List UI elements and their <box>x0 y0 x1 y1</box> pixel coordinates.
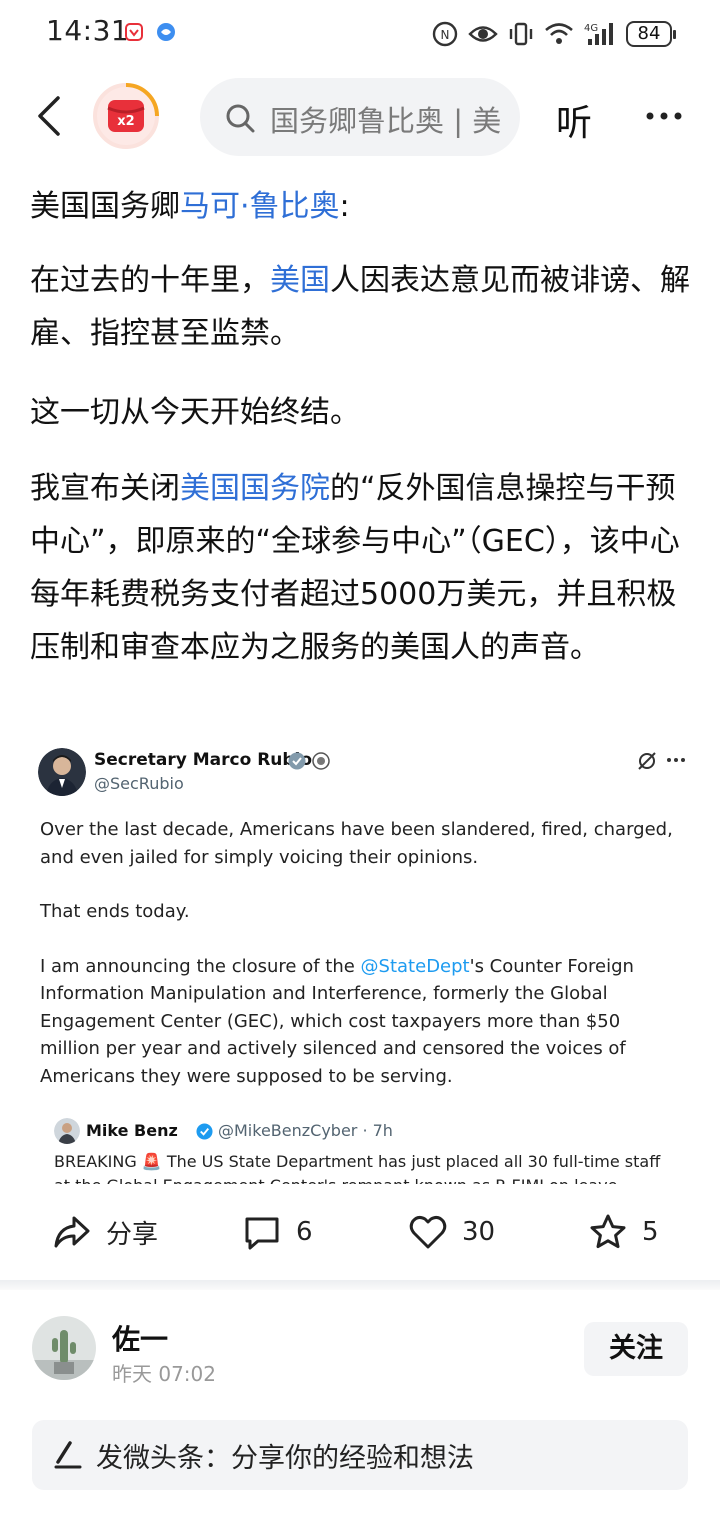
tweet-paragraph-2: That ends today. <box>40 901 190 922</box>
share-button[interactable]: 分享 <box>52 1212 158 1252</box>
link-usa[interactable]: 美国 <box>270 263 330 298</box>
quoted-tweet-text: BREAKING 🚨 The US State Department has j… <box>54 1152 661 1184</box>
tweet-author-handle: @SecRubio <box>94 774 184 793</box>
text: 美国国务卿 <box>30 189 180 224</box>
link-state-department[interactable]: 美国国务院 <box>180 471 330 506</box>
top-navigation: x2 国务卿鲁比奥 | 美 听 <box>0 70 720 162</box>
vibrate-icon <box>509 22 533 46</box>
favorite-count: 5 <box>642 1217 659 1247</box>
tweet-paragraph-3: I am announcing the closure of the @Stat… <box>40 953 680 1091</box>
browser-notification-icon <box>157 23 175 41</box>
share-icon <box>54 1216 90 1248</box>
mention-statedept: @StateDept <box>360 955 470 977</box>
comment-button[interactable]: 6 <box>242 1212 313 1252</box>
follow-button[interactable]: 关注 <box>584 1322 688 1376</box>
action-bar: 分享 6 30 5 <box>0 1196 720 1272</box>
status-bar: 14:31 N 4G 84 <box>0 0 720 66</box>
grok-icon <box>638 752 656 770</box>
heart-icon <box>409 1215 447 1249</box>
svg-text:N: N <box>441 28 450 42</box>
tweet-paragraph-1: Over the last decade, Americans have bee… <box>40 819 673 868</box>
government-seal-icon <box>312 752 330 770</box>
favorite-button[interactable]: 5 <box>588 1212 659 1252</box>
article-paragraph-2: 在过去的十年里，美国人因表达意见而被诽谤、解雇、指控甚至监禁。 <box>30 254 692 360</box>
like-count: 30 <box>462 1217 496 1247</box>
avatar <box>54 1118 80 1144</box>
text: 在过去的十年里， <box>30 263 270 298</box>
embedded-tweet-image[interactable]: Secretary Marco Rubio @SecRubio Over the… <box>32 742 688 1184</box>
wifi-icon <box>545 23 573 44</box>
quoted-author-handle: @MikeBenzCyber · 7h <box>218 1121 393 1140</box>
section-divider <box>0 1280 720 1290</box>
text: 我宣布关闭 <box>30 471 180 506</box>
search-bar[interactable]: 国务卿鲁比奥 | 美 <box>200 78 520 156</box>
tweet-author-name: Secretary Marco Rubio <box>94 750 313 770</box>
battery-indicator: 84 <box>626 21 676 47</box>
micro-post-composer[interactable]: 发微头条：分享你的经验和想法 <box>32 1420 688 1490</box>
author-bar: 佐一 昨天 07:02 关注 <box>0 1300 720 1400</box>
avatar[interactable] <box>32 1316 96 1380</box>
avatar <box>38 748 86 796</box>
eye-icon <box>468 26 498 42</box>
comment-count: 6 <box>296 1217 313 1247</box>
quoted-author-name: Mike Benz <box>86 1121 178 1140</box>
status-icons: N 4G 84 <box>432 18 676 50</box>
text: I am announcing the closure of the <box>40 955 361 977</box>
article-paragraph-4: 我宣布关闭美国国务院的“反外国信息操控与干预中心”，即原来的“全球参与中心”（G… <box>30 462 692 674</box>
nfc-icon: N <box>432 21 458 47</box>
comment-icon <box>245 1217 279 1250</box>
article-paragraph-1: 美国国务卿马可·鲁比奥: <box>30 180 350 233</box>
pen-icon <box>54 1441 82 1469</box>
app-notification-icon <box>125 23 143 41</box>
listen-button[interactable]: 听 <box>556 94 592 146</box>
svg-text:4G: 4G <box>584 23 598 34</box>
article-paragraph-3: 这一切从今天开始终结。 <box>30 395 360 430</box>
like-button[interactable]: 30 <box>408 1212 495 1252</box>
signal-icon: 4G <box>584 23 613 45</box>
share-label: 分享 <box>106 1219 159 1250</box>
author-name[interactable]: 佐一 <box>112 1318 168 1358</box>
status-time: 14:31 <box>46 14 130 47</box>
verified-badge-icon <box>288 752 306 770</box>
app-logo-icon[interactable]: x2 <box>92 82 160 150</box>
tweet-more-icon <box>667 758 685 762</box>
link-marco-rubio[interactable]: 马可·鲁比奥 <box>180 189 340 224</box>
back-arrow-icon[interactable] <box>32 94 68 138</box>
more-options-icon[interactable] <box>644 98 684 134</box>
search-query-text: 国务卿鲁比奥 | 美 <box>270 104 502 138</box>
text: : <box>339 189 350 224</box>
svg-text:x2: x2 <box>117 114 134 129</box>
verified-badge-icon <box>196 1123 213 1140</box>
post-timestamp: 昨天 07:02 <box>112 1362 216 1386</box>
tweet-text: Over the last decade, Americans have bee… <box>40 816 680 1117</box>
star-icon <box>590 1214 626 1249</box>
search-icon <box>226 104 255 133</box>
composer-placeholder: 发微头条：分享你的经验和想法 <box>96 1443 474 1474</box>
